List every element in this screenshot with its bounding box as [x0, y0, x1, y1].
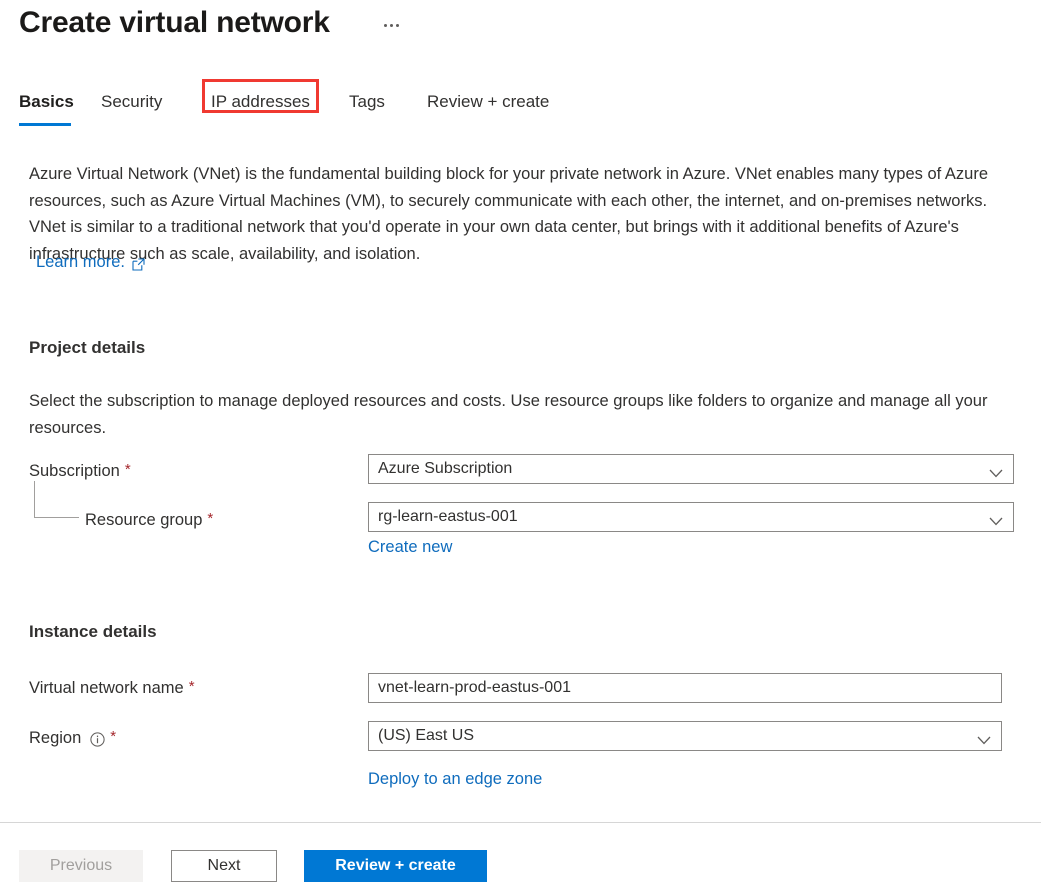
subscription-dropdown[interactable]: Azure Subscription — [368, 454, 1014, 484]
resource-group-required-marker: * — [207, 510, 214, 527]
review-create-button[interactable]: Review + create — [304, 850, 487, 882]
project-details-description: Select the subscription to manage deploy… — [29, 392, 988, 437]
tab-security[interactable]: Security — [101, 90, 162, 114]
previous-button[interactable]: Previous — [19, 850, 143, 882]
region-value: (US) East US — [378, 727, 475, 744]
chevron-down-icon — [989, 465, 1003, 477]
info-icon[interactable] — [90, 732, 105, 747]
resource-group-label: Resource group * — [85, 510, 214, 530]
tab-active-indicator — [19, 123, 71, 126]
resource-group-tree-connector — [34, 481, 79, 518]
region-label: Region * — [29, 728, 117, 748]
resource-group-dropdown[interactable]: rg-learn-eastus-001 — [368, 502, 1014, 532]
vnet-name-required-marker: * — [188, 678, 195, 695]
region-dropdown[interactable]: (US) East US — [368, 721, 1002, 751]
more-options-icon[interactable] — [378, 12, 404, 38]
page-header: Create virtual network — [0, 0, 1041, 72]
subscription-label: Subscription * — [29, 461, 131, 481]
region-required-marker: * — [110, 728, 117, 745]
external-link-icon — [132, 257, 145, 271]
tab-tags[interactable]: Tags — [349, 90, 385, 114]
resource-group-value: rg-learn-eastus-001 — [378, 508, 518, 525]
vnet-name-input[interactable]: vnet-learn-prod-eastus-001 — [368, 673, 1002, 703]
vnet-name-label: Virtual network name * — [29, 678, 195, 698]
tab-ip-addresses[interactable]: IP addresses — [211, 90, 310, 114]
tab-basics[interactable]: Basics — [19, 90, 74, 114]
next-button[interactable]: Next — [171, 850, 277, 882]
subscription-value: Azure Subscription — [378, 460, 513, 477]
page-title: Create virtual network — [19, 6, 330, 39]
subscription-label-text: Subscription — [29, 462, 120, 480]
project-details-heading: Project details — [29, 338, 146, 357]
chevron-down-icon — [989, 513, 1003, 525]
intro-paragraph: Azure Virtual Network (VNet) is the fund… — [29, 165, 988, 263]
more-dot — [395, 23, 399, 27]
create-new-resource-group-link[interactable]: Create new — [368, 538, 452, 557]
footer-bar — [0, 823, 1041, 896]
tab-review-create[interactable]: Review + create — [427, 90, 549, 114]
more-dot — [389, 23, 393, 27]
region-label-text: Region — [29, 729, 82, 747]
vnet-name-value: vnet-learn-prod-eastus-001 — [378, 679, 571, 696]
subscription-required-marker: * — [124, 461, 131, 478]
learn-more-label: Learn more. — [36, 253, 125, 271]
more-dot — [383, 23, 387, 27]
resource-group-label-text: Resource group — [85, 511, 203, 529]
tab-bar: Basics Security IP addresses Tags Review… — [0, 79, 1041, 130]
chevron-down-icon — [977, 732, 991, 744]
learn-more-link[interactable]: Learn more. — [36, 253, 145, 272]
deploy-edge-zone-link[interactable]: Deploy to an edge zone — [368, 770, 542, 789]
instance-details-heading: Instance details — [29, 622, 157, 641]
vnet-name-label-text: Virtual network name — [29, 679, 184, 697]
